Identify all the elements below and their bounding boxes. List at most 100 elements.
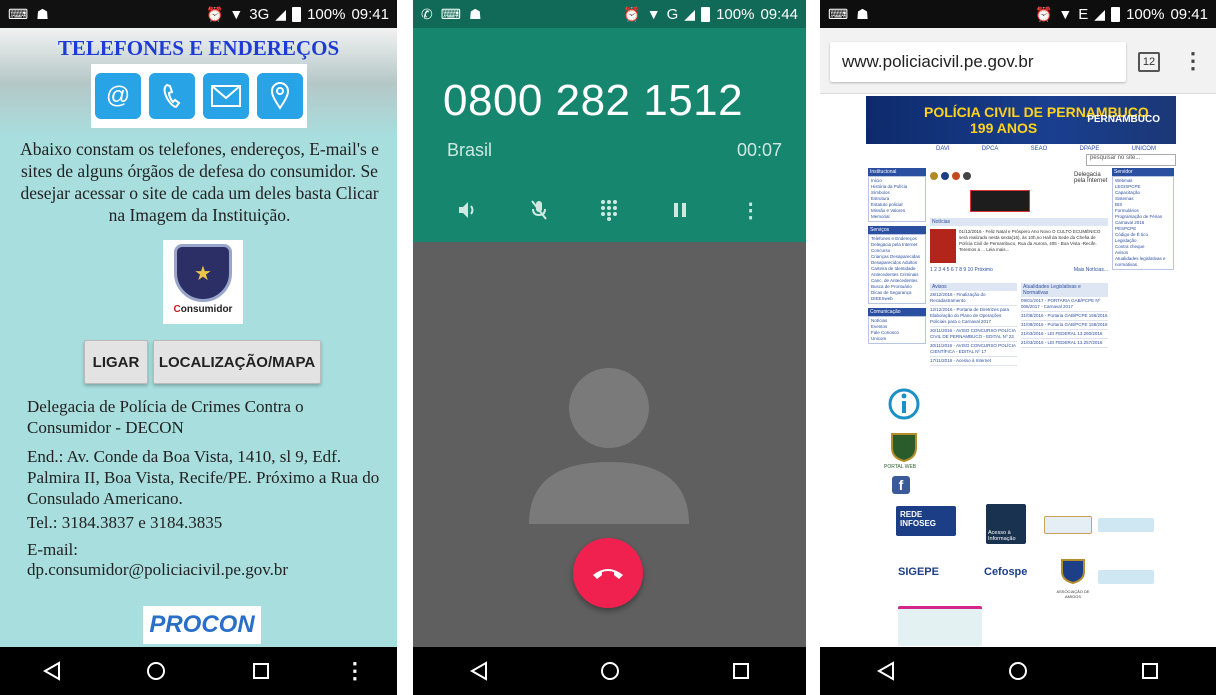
site-list-item[interactable]: 31/08/2016 - Portaria GAB/PCPE 156/2016: [1021, 312, 1108, 321]
at-icon[interactable]: @: [95, 73, 141, 119]
back-icon[interactable]: [459, 651, 499, 691]
more-news-link[interactable]: Mais Notícias...: [1074, 267, 1108, 273]
portal-transparencia-logo[interactable]: [1044, 516, 1092, 534]
badge-icon: [952, 172, 960, 180]
envelope-icon[interactable]: [203, 73, 249, 119]
recents-icon[interactable]: [241, 651, 281, 691]
prevention-banner[interactable]: [898, 606, 982, 646]
site-nav-link[interactable]: Memorial: [871, 214, 923, 220]
end-call-button[interactable]: [573, 538, 643, 608]
site-menu-item[interactable]: DPAPE: [1080, 146, 1100, 154]
site-menu-item[interactable]: DPCA: [982, 146, 999, 154]
internet-label[interactable]: Delegacia pela Internet: [1074, 172, 1108, 184]
portal-web-icon[interactable]: [886, 432, 922, 468]
call-timer: 00:07: [736, 140, 782, 160]
info-icon[interactable]: [886, 386, 922, 422]
news-pagination[interactable]: 1 2 3 4 5 6 7 8 9 10 Próximo: [930, 267, 993, 273]
news-text[interactable]: 01/12/2016 - Feliz Natal e Próspero Ano …: [959, 229, 1108, 263]
portal-web-label: PORTAL WEB: [884, 464, 917, 470]
speaker-icon[interactable]: [448, 192, 488, 228]
sigepe-logo[interactable]: SIGEPE: [898, 566, 958, 586]
association-logo[interactable]: ASSOCIAÇÃO DE AMIGOS: [1056, 558, 1090, 599]
recents-icon[interactable]: [1130, 651, 1170, 691]
network-type: 3G: [249, 5, 270, 23]
site-list-item[interactable]: 30/11/2016 - AVISO CONCURSO POLÍCIA CIEN…: [930, 342, 1017, 357]
procon-logo[interactable]: PROCON: [143, 606, 261, 644]
more-icon[interactable]: ⋮: [731, 192, 771, 228]
site-list-item[interactable]: 28/12/2016 - Finalização do Recadastrame…: [930, 291, 1017, 306]
complaints-banner[interactable]: [1098, 570, 1154, 584]
site-list-item[interactable]: 09/01/2017 - PORTARIA GAB/PCPE Nº 006/20…: [1021, 297, 1108, 312]
notices-block: Avisos 28/12/2016 - Finalização do Recad…: [930, 283, 1017, 366]
acesso-informacao-logo[interactable]: Acesso à Informação: [986, 504, 1026, 544]
tab-switcher-button[interactable]: 12: [1138, 52, 1160, 72]
site-list-item[interactable]: 21/03/2016 - LEI FEDERAL 13.260/2016: [1021, 330, 1108, 339]
site-nav-heading: Institucional: [868, 168, 926, 176]
keyboard-icon: ⌨: [828, 6, 849, 22]
decon-logo[interactable]: ★ Consumidor: [163, 240, 243, 324]
rede-infoseg-logo[interactable]: REDE INFOSEG: [896, 506, 956, 536]
site-nav-heading: Serviços: [868, 226, 926, 234]
dialpad-icon[interactable]: [589, 192, 629, 228]
missing-persons-banner[interactable]: [970, 190, 1030, 212]
status-bar: ⌨ ☗ ⏰ ▼ 3G ◢ 100% 09:41: [0, 0, 397, 28]
news-thumbnail[interactable]: [930, 229, 956, 263]
pause-icon[interactable]: [660, 192, 700, 228]
back-icon[interactable]: [866, 651, 906, 691]
site-nav-link[interactable]: Atualidades legislativas e normativas: [1115, 256, 1171, 268]
overflow-icon[interactable]: ⋮: [344, 651, 366, 691]
call-button[interactable]: LIGAR: [84, 340, 148, 384]
phone-screen-call: ✆ ⌨ ☗ ⏰ ▼ G ◢ 100% 09:44 0800 282 1512 B…: [413, 0, 806, 695]
site-nav-link[interactable]: Unicom: [871, 336, 923, 342]
battery-icon: [292, 6, 302, 22]
phone-icon[interactable]: [149, 73, 195, 119]
site-nav-list: Notícias Eventos Fale Conosco Unicom: [868, 316, 926, 344]
site-state: PERNAMBUCO: [1087, 114, 1160, 125]
site-list-item[interactable]: 21/03/2016 - LEI FEDERAL 13.257/2016: [1021, 339, 1108, 348]
site-search-input[interactable]: pesquisar no site...: [1086, 154, 1176, 166]
contact-icon-strip: @: [91, 64, 307, 128]
legislation-list: 09/01/2017 - PORTARIA GAB/PCPE Nº 006/20…: [1021, 297, 1108, 348]
site-list-item[interactable]: 17/11/2016 - Acesso à Internet: [930, 357, 1017, 366]
wifi-icon: ▼: [229, 6, 244, 22]
home-icon[interactable]: [998, 651, 1038, 691]
keyboard-icon: ⌨: [440, 6, 461, 22]
facebook-icon[interactable]: f: [892, 476, 910, 494]
site-nav-list: Telefones e Endereços Delegacia pela Inte…: [868, 234, 926, 304]
home-icon[interactable]: [136, 651, 176, 691]
access-banner[interactable]: [1098, 518, 1154, 532]
site-nav-block: Comunicação Notícias Eventos Fale Conosco Un…: [868, 308, 926, 344]
email-address[interactable]: dp.consumidor@policiacivil.pe.gov.br: [27, 559, 387, 580]
site-menu-item[interactable]: SEAO: [1031, 146, 1048, 154]
site-banner[interactable]: POLÍCIA CIVIL DE PERNAMBUCO 199 ANOS PER…: [866, 96, 1176, 144]
site-nav-block: Institucional Início História da Polícia Sí…: [868, 168, 926, 222]
call-active-icon: ✆: [421, 6, 433, 22]
battery-level: 100%: [307, 5, 346, 23]
status-bar: ⌨ ☗ ⏰ ▼ E ◢ 100% 09:41: [820, 0, 1216, 28]
police-shield-icon: ★: [174, 244, 232, 302]
clock: 09:41: [1170, 5, 1208, 23]
site-menu-item[interactable]: DAVI: [936, 146, 950, 154]
email-label: E-mail:: [27, 540, 78, 559]
android-icon: ☗: [36, 6, 49, 22]
browser-menu-icon[interactable]: ⋮: [1182, 48, 1204, 74]
site-years: 199 ANOS: [970, 120, 1038, 136]
recents-icon[interactable]: [721, 651, 761, 691]
home-icon[interactable]: [590, 651, 630, 691]
battery-icon: [701, 6, 711, 22]
mute-icon[interactable]: [519, 192, 559, 228]
back-icon[interactable]: [32, 651, 72, 691]
signal-icon: ◢: [1094, 6, 1106, 22]
badge-icon: [930, 172, 938, 180]
status-bar: ✆ ⌨ ☗ ⏰ ▼ G ◢ 100% 09:44: [413, 0, 806, 28]
phone-screen-contacts: ⌨ ☗ ⏰ ▼ 3G ◢ 100% 09:41 TELEFONES E ENDE…: [0, 0, 397, 695]
site-menu-item[interactable]: UNICOM: [1132, 146, 1156, 154]
cefospe-logo[interactable]: Cefospe: [984, 566, 1044, 586]
site-nav-link[interactable]: DIEESweb: [871, 296, 923, 302]
site-list-item[interactable]: 12/12/2016 - Portaria de Diretrizes para…: [930, 306, 1017, 327]
location-pin-icon[interactable]: [257, 73, 303, 119]
site-list-item[interactable]: 31/08/2016 - Portaria GAB/PCPE 158/2016: [1021, 321, 1108, 330]
map-button[interactable]: LOCALIZAÇÃO/MAPA: [153, 340, 321, 384]
url-field[interactable]: www.policiacivil.pe.gov.br: [830, 42, 1126, 82]
site-list-item[interactable]: 30/11/2016 - AVISO CONCURSO POLÍCIA CIVI…: [930, 327, 1017, 342]
